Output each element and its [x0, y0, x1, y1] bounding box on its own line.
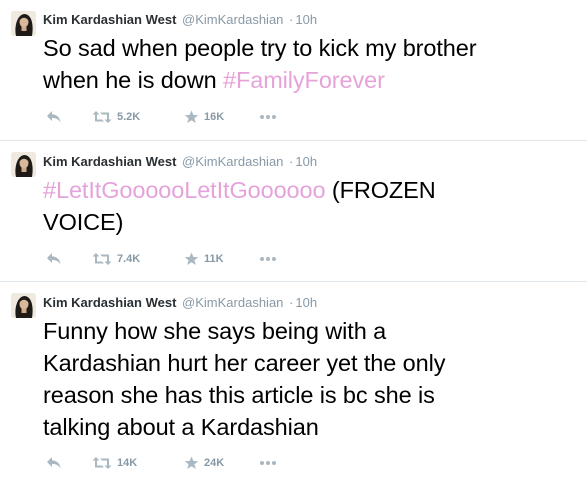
retweet-icon: [92, 456, 112, 470]
star-icon: [184, 252, 199, 266]
timeline: Kim Kardashian West @KimKardashian · 10h …: [0, 0, 587, 487]
user-fullname[interactable]: Kim Kardashian West: [43, 12, 176, 27]
star-icon: [184, 110, 199, 124]
favorite-button[interactable]: 24K: [184, 456, 259, 470]
more-icon: [259, 256, 277, 262]
separator-dot: ·: [289, 154, 294, 169]
retweet-button[interactable]: 7.4K: [92, 252, 184, 266]
more-button[interactable]: [259, 256, 277, 262]
retweet-icon: [92, 252, 112, 266]
timestamp[interactable]: 10h: [295, 295, 317, 310]
timestamp[interactable]: 10h: [295, 154, 317, 169]
more-icon: [259, 114, 277, 120]
timestamp[interactable]: 10h: [295, 12, 317, 27]
tweet-text: So sad when people try to kick my brothe…: [43, 32, 575, 96]
more-button[interactable]: [259, 114, 277, 120]
hashtag-link[interactable]: #FamilyForever: [223, 67, 385, 93]
tweet-actions: 7.4K 11K: [46, 250, 277, 268]
avatar[interactable]: [11, 152, 36, 177]
user-handle[interactable]: @KimKardashian: [182, 154, 283, 169]
tweet-header: Kim Kardashian West @KimKardashian · 10h: [43, 153, 575, 170]
tweet-text-plain: Funny how she says being with a Kardashi…: [43, 318, 446, 440]
user-fullname[interactable]: Kim Kardashian West: [43, 154, 176, 169]
retweet-button[interactable]: 5.2K: [92, 110, 184, 124]
more-icon: [259, 460, 277, 466]
hashtag-link[interactable]: #LetItGoooooLetItGoooooo: [43, 177, 326, 203]
tweet[interactable]: Kim Kardashian West @KimKardashian · 10h …: [0, 0, 587, 140]
retweet-count: 7.4K: [117, 253, 141, 265]
avatar[interactable]: [11, 293, 36, 318]
retweet-icon: [92, 110, 112, 124]
user-handle[interactable]: @KimKardashian: [182, 295, 283, 310]
reply-button[interactable]: [46, 110, 92, 124]
tweet[interactable]: Kim Kardashian West @KimKardashian · 10h …: [0, 140, 587, 281]
tweet-actions: 14K 24K: [46, 454, 277, 472]
tweet-text: #LetItGoooooLetItGoooooo (FROZEN VOICE): [43, 174, 575, 238]
separator-dot: ·: [289, 12, 294, 27]
tweet[interactable]: Kim Kardashian West @KimKardashian · 10h …: [0, 281, 587, 487]
reply-button[interactable]: [46, 252, 92, 266]
reply-icon: [46, 110, 62, 124]
retweet-button[interactable]: 14K: [92, 456, 184, 470]
tweet-text: Funny how she says being with a Kardashi…: [43, 315, 575, 443]
user-fullname[interactable]: Kim Kardashian West: [43, 295, 176, 310]
reply-icon: [46, 252, 62, 266]
reply-button[interactable]: [46, 456, 92, 470]
favorite-count: 24K: [204, 457, 225, 469]
retweet-count: 5.2K: [117, 111, 141, 123]
more-button[interactable]: [259, 460, 277, 466]
avatar[interactable]: [11, 11, 36, 36]
favorite-button[interactable]: 11K: [184, 252, 259, 266]
favorite-count: 11K: [204, 253, 224, 265]
tweet-header: Kim Kardashian West @KimKardashian · 10h: [43, 11, 575, 28]
tweet-header: Kim Kardashian West @KimKardashian · 10h: [43, 294, 575, 311]
favorite-button[interactable]: 16K: [184, 110, 259, 124]
tweet-actions: 5.2K 16K: [46, 108, 277, 126]
star-icon: [184, 456, 199, 470]
retweet-count: 14K: [117, 457, 138, 469]
reply-icon: [46, 456, 62, 470]
user-handle[interactable]: @KimKardashian: [182, 12, 283, 27]
separator-dot: ·: [289, 295, 294, 310]
favorite-count: 16K: [204, 111, 225, 123]
